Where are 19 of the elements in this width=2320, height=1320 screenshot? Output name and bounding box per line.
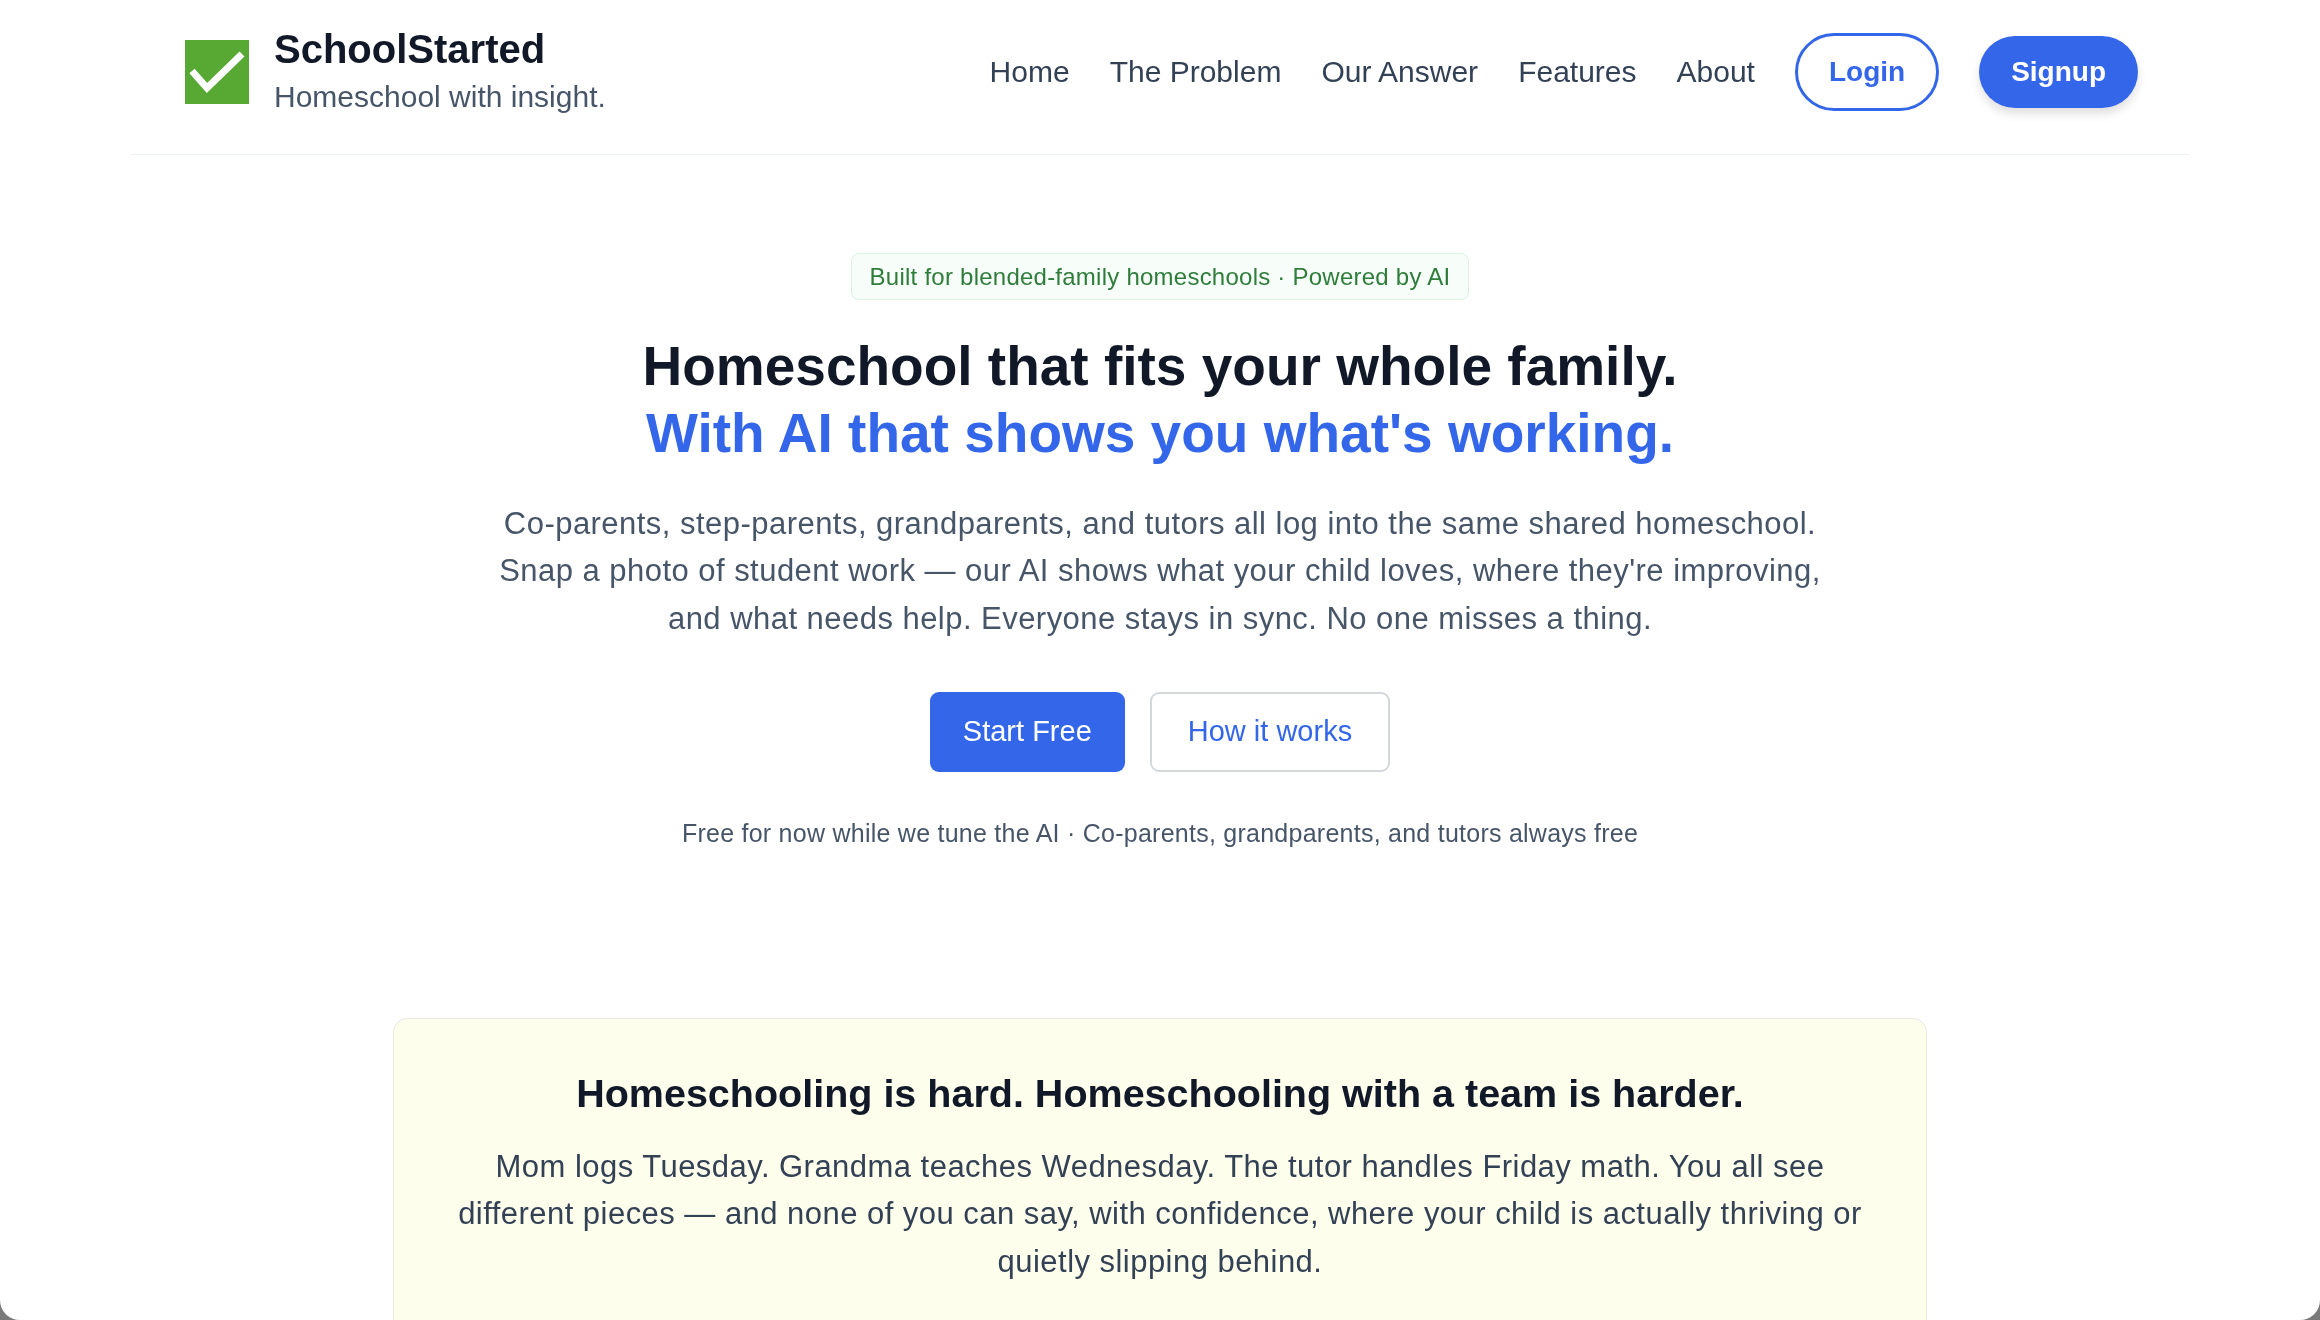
headline-accent: With AI that shows you what's working.	[645, 401, 1675, 466]
brand-tagline: Homeschool with insight.	[274, 79, 606, 115]
brand-name: SchoolStarted	[274, 27, 547, 71]
nav-link[interactable]: Home	[989, 52, 1070, 92]
intro-text: Co-parents, step-parents, grandparents, and tutors all log into the same shared homeschool. Snap a photo of student work — our AI shows what your child loves, where they're improving, and what needs help. Everyone stays in sync. No one misses a thing.	[498, 505, 1822, 638]
start-free-button[interactable]: Start Free	[929, 691, 1125, 772]
login-button[interactable]: Login	[1794, 33, 1940, 111]
check-logo-icon	[185, 40, 249, 104]
hero-badge: Built for blended-family homeschools · Powered by AI	[850, 253, 1470, 300]
nav-link[interactable]: Features	[1518, 52, 1637, 92]
nav-link[interactable]: The Problem	[1109, 52, 1282, 92]
signup-button[interactable]: Signup	[1979, 36, 2138, 108]
problem-title: Homeschooling is hard. Homeschooling with a team is harder.	[576, 1069, 1744, 1117]
note-text: Free for now while we tune the AI · Co-parents, grandparents, and tutors always free	[681, 817, 1639, 849]
nav-link[interactable]: About	[1676, 52, 1755, 92]
nav-link[interactable]: Our Answer	[1321, 52, 1479, 92]
headline: Homeschool that fits your whole family.	[642, 334, 1678, 399]
how-it-works-button[interactable]: How it works	[1149, 691, 1391, 772]
problem-text: Mom logs Tuesday. Grandma teaches Wednesday. The tutor handles Friday math. You all see different pieces — and none of you can say, with confidence, where your child is actually thriving or quietly slipping behind.	[457, 1147, 1863, 1281]
